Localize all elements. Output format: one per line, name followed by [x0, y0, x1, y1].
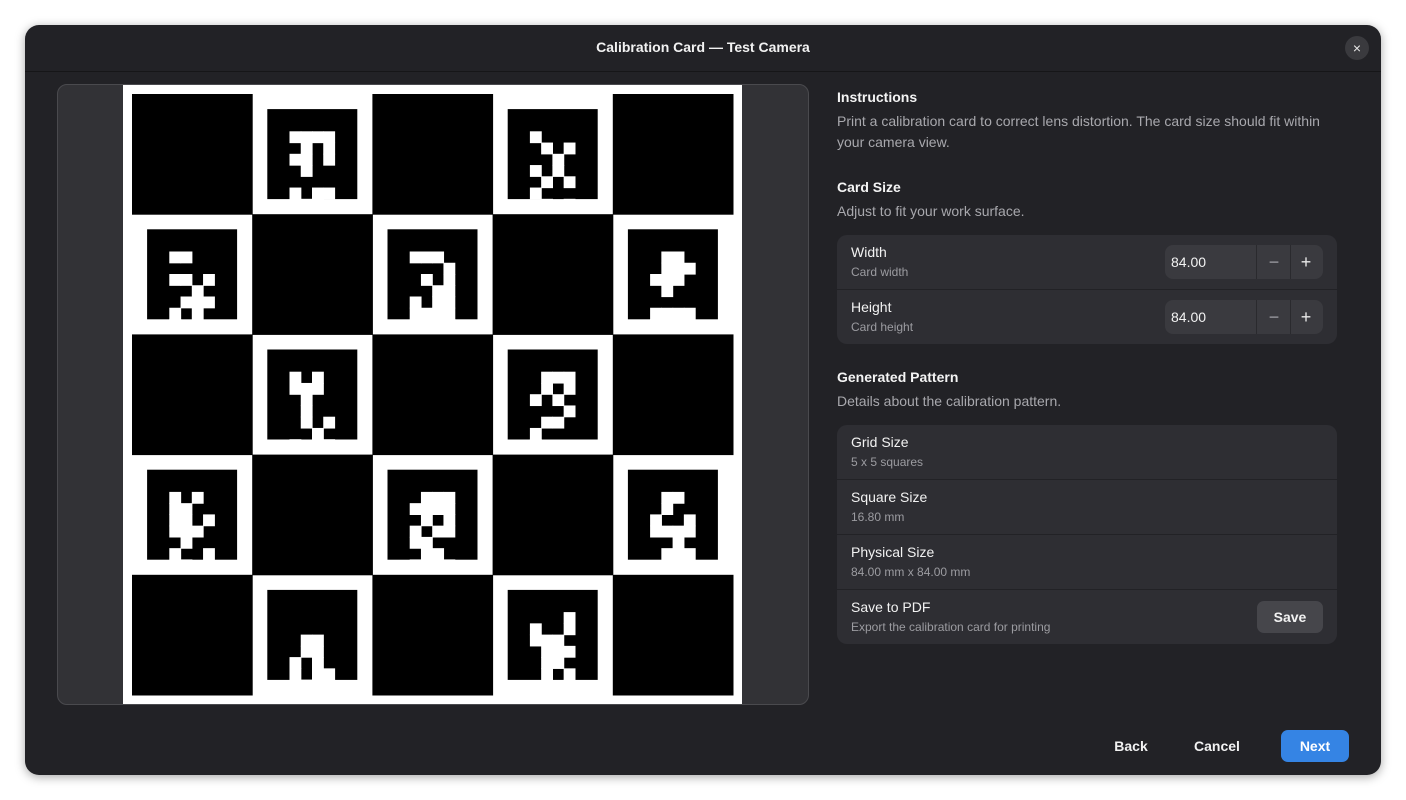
aruco-marker: [147, 469, 238, 583]
black-square: [132, 94, 253, 215]
aruco-marker: [267, 349, 358, 463]
physical-size-label: Physical Size: [851, 544, 935, 560]
height-spinbutton: 84.00 − +: [1165, 300, 1323, 334]
titlebar: Calibration Card — Test Camera ×: [25, 25, 1381, 72]
height-label: Height: [851, 299, 892, 315]
width-spinbutton: 84.00 − +: [1165, 245, 1323, 279]
card-size-description: Adjust to fit your work surface.: [837, 203, 1025, 219]
black-square: [372, 574, 494, 696]
width-increase-icon[interactable]: +: [1290, 245, 1322, 279]
aruco-marker: [507, 109, 598, 222]
aruco-marker: [507, 349, 598, 463]
save-pdf-row: Save to PDF Export the calibration card …: [837, 590, 1337, 644]
aruco-marker: [627, 229, 718, 343]
charuco-pattern: [132, 94, 734, 703]
black-square: [252, 454, 373, 576]
black-square: [612, 574, 734, 696]
black-square: [132, 334, 253, 456]
calibration-card: [123, 85, 742, 704]
dialog-title: Calibration Card — Test Camera: [596, 39, 810, 55]
card-preview: [57, 84, 809, 705]
black-square: [612, 94, 734, 215]
aruco-marker: [267, 109, 358, 222]
pattern-title: Generated Pattern: [837, 369, 959, 385]
height-input[interactable]: 84.00: [1165, 300, 1257, 334]
black-square: [492, 454, 614, 576]
black-square: [372, 334, 494, 456]
black-square: [252, 214, 373, 335]
height-sublabel: Card height: [851, 320, 914, 334]
card-size-group: Width Card width 84.00 − + Height Card h…: [837, 235, 1337, 344]
aruco-marker: [507, 589, 598, 703]
pattern-group: Grid Size 5 x 5 squares Square Size 16.8…: [837, 425, 1337, 644]
width-label: Width: [851, 244, 887, 260]
grid-size-row: Grid Size 5 x 5 squares: [837, 425, 1337, 480]
aruco-marker: [267, 589, 358, 703]
back-button[interactable]: Back: [1103, 730, 1159, 762]
save-pdf-sublabel: Export the calibration card for printing: [851, 620, 1051, 634]
cancel-button[interactable]: Cancel: [1185, 730, 1249, 762]
grid-size-label: Grid Size: [851, 434, 909, 450]
card-size-title: Card Size: [837, 179, 901, 195]
aruco-marker: [147, 229, 238, 343]
height-decrease-icon[interactable]: −: [1258, 300, 1291, 334]
black-square: [372, 94, 494, 215]
instructions-description: Print a calibration card to correct lens…: [837, 113, 1320, 150]
height-increase-icon[interactable]: +: [1290, 300, 1322, 334]
pattern-description: Details about the calibration pattern.: [837, 393, 1062, 409]
save-button[interactable]: Save: [1257, 601, 1323, 633]
width-input[interactable]: 84.00: [1165, 245, 1257, 279]
next-button[interactable]: Next: [1281, 730, 1349, 762]
square-size-label: Square Size: [851, 489, 928, 505]
aruco-marker: [387, 469, 478, 583]
aruco-marker: [627, 469, 718, 583]
width-decrease-icon[interactable]: −: [1258, 245, 1291, 279]
black-square: [612, 334, 734, 456]
physical-size-row: Physical Size 84.00 mm x 84.00 mm: [837, 535, 1337, 590]
aruco-marker: [387, 229, 478, 343]
width-sublabel: Card width: [851, 265, 909, 279]
width-row: Width Card width 84.00 − +: [837, 235, 1337, 290]
instructions-title: Instructions: [837, 89, 918, 105]
grid-size-value: 5 x 5 squares: [851, 455, 924, 469]
save-pdf-label: Save to PDF: [851, 599, 931, 615]
height-row: Height Card height 84.00 − +: [837, 290, 1337, 344]
black-square: [492, 214, 614, 335]
square-size-row: Square Size 16.80 mm: [837, 480, 1337, 535]
square-size-value: 16.80 mm: [851, 510, 905, 524]
calibration-dialog: Calibration Card — Test Camera × Instruc…: [25, 25, 1381, 775]
black-square: [132, 574, 253, 696]
physical-size-value: 84.00 mm x 84.00 mm: [851, 565, 971, 579]
close-icon[interactable]: ×: [1345, 36, 1369, 60]
